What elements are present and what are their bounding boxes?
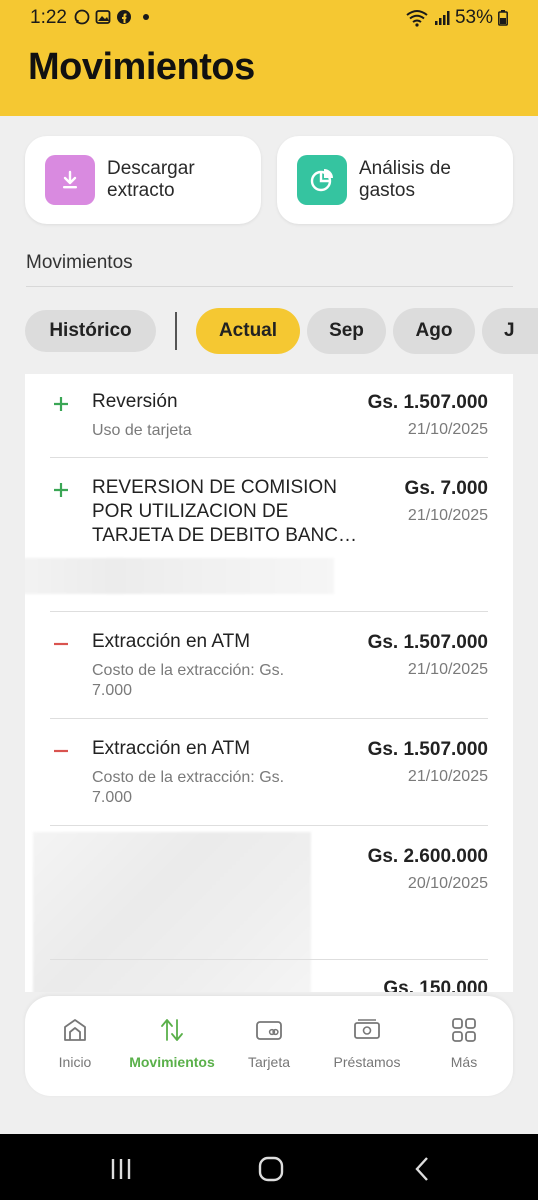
transaction-amount: Gs. 7.000	[404, 478, 488, 499]
plus-icon	[54, 483, 68, 497]
app-header: 1:22 53% Movimientos	[0, 0, 538, 116]
transaction-row[interactable]: REVERSION DE COMISION POR UTILIZACION DE…	[25, 458, 513, 611]
transaction-date: 21/10/2025	[407, 507, 488, 524]
wifi-icon	[406, 10, 428, 27]
transaction-amount: Gs. 1.507.000	[367, 392, 488, 413]
more-notifications-dot	[143, 14, 149, 20]
transaction-date: 20/10/2025	[407, 875, 488, 892]
home-icon	[64, 1019, 86, 1041]
status-right: 53%	[405, 7, 508, 29]
transaction-date: 21/10/2025	[407, 768, 488, 785]
transaction-row[interactable]: Extracción en ATM Costo de la extracción…	[25, 612, 513, 718]
notification-icons	[74, 9, 149, 25]
chip-history[interactable]: Histórico	[25, 310, 156, 352]
home-button-icon[interactable]	[256, 1154, 286, 1184]
transaction-row[interactable]: Extracción en ATM Costo de la extracción…	[25, 719, 513, 825]
transaction-title: Extracción en ATM	[92, 738, 251, 759]
spending-analysis-card[interactable]: Análisis de gastos	[277, 136, 513, 224]
nav-label: Inicio	[58, 1054, 92, 1070]
spending-analysis-label: Análisis de gastos	[359, 158, 451, 201]
transactions-list[interactable]: Reversión Uso de tarjeta Gs. 1.507.000 2…	[25, 374, 513, 992]
recent-apps-icon[interactable]	[106, 1154, 136, 1184]
period-filter: Histórico Actual Sep Ago J	[0, 308, 538, 356]
section-title: Movimientos	[26, 252, 133, 273]
gallery-icon	[95, 10, 111, 24]
nav-item-prestamos[interactable]: Préstamos	[319, 996, 415, 1096]
download-statement-card[interactable]: Descargar extracto	[25, 136, 261, 224]
back-icon[interactable]	[408, 1154, 438, 1184]
whatsapp-icon	[74, 9, 90, 25]
transaction-amount: Gs. 2.600.000	[367, 846, 488, 867]
system-nav-bar	[0, 1134, 538, 1200]
chip-month-actual[interactable]: Actual	[196, 308, 300, 354]
transaction-row[interactable]: Gs. 2.600.000 20/10/2025	[25, 826, 513, 992]
minus-icon	[54, 749, 68, 753]
transaction-title-line: TARJETA DE DEBITO BANC…	[92, 525, 357, 546]
nav-label: Préstamos	[333, 1054, 401, 1070]
nav-item-movimientos[interactable]: Movimientos	[124, 996, 220, 1096]
minus-icon	[54, 642, 68, 646]
facebook-icon	[117, 10, 131, 24]
transaction-title-line: REVERSION DE COMISION	[92, 477, 337, 498]
status-bar: 1:22 53%	[0, 0, 538, 38]
transfer-arrows-icon	[161, 1019, 183, 1041]
grid-icon	[452, 1018, 476, 1042]
transaction-amount: Gs. 150.000	[383, 978, 488, 992]
chip-month-partial[interactable]: J	[482, 308, 538, 354]
transaction-row[interactable]: Reversión Uso de tarjeta Gs. 1.507.000 2…	[25, 374, 513, 457]
transaction-date: 21/10/2025	[407, 661, 488, 678]
card-icon	[256, 1021, 282, 1040]
bottom-nav: Inicio Movimientos Tarjeta Préstamos Más	[25, 996, 513, 1096]
transaction-amount: Gs. 1.507.000	[367, 632, 488, 653]
cash-icon	[354, 1019, 380, 1039]
chip-separator	[175, 312, 177, 350]
plus-icon	[54, 397, 68, 411]
transaction-subtitle-line: 7.000	[92, 682, 133, 699]
nav-item-inicio[interactable]: Inicio	[27, 996, 123, 1096]
nav-item-tarjeta[interactable]: Tarjeta	[221, 996, 317, 1096]
chip-month-ago[interactable]: Ago	[393, 308, 475, 354]
download-icon	[45, 155, 95, 205]
transaction-title: Extracción en ATM	[92, 631, 251, 652]
page-title: Movimientos	[28, 46, 255, 88]
transaction-row[interactable]: Gs. 150.000	[25, 960, 513, 992]
section-divider	[26, 286, 513, 287]
transaction-title-line: POR UTILIZACION DE	[92, 501, 289, 522]
battery-percent: 53%	[454, 7, 493, 28]
signal-icon	[434, 11, 450, 25]
status-time: 1:22	[30, 7, 67, 28]
redacted-subtitle	[25, 558, 334, 594]
nav-label: Más	[450, 1054, 478, 1070]
pie-chart-icon	[297, 155, 347, 205]
transaction-date: 21/10/2025	[407, 421, 488, 438]
nav-label: Movimientos	[129, 1054, 215, 1070]
transaction-title: Reversión	[92, 391, 178, 412]
download-statement-label: Descargar extracto	[107, 158, 195, 201]
nav-label: Tarjeta	[247, 1054, 291, 1070]
battery-icon	[498, 10, 508, 26]
transaction-subtitle-line: 7.000	[92, 789, 133, 806]
transaction-subtitle: Uso de tarjeta	[92, 422, 192, 439]
transaction-subtitle-line: Costo de la extracción: Gs.	[92, 662, 285, 679]
transaction-amount: Gs. 1.507.000	[367, 739, 488, 760]
transaction-subtitle-line: Costo de la extracción: Gs.	[92, 769, 285, 786]
chip-month-sep[interactable]: Sep	[307, 308, 386, 354]
nav-item-mas[interactable]: Más	[416, 996, 512, 1096]
